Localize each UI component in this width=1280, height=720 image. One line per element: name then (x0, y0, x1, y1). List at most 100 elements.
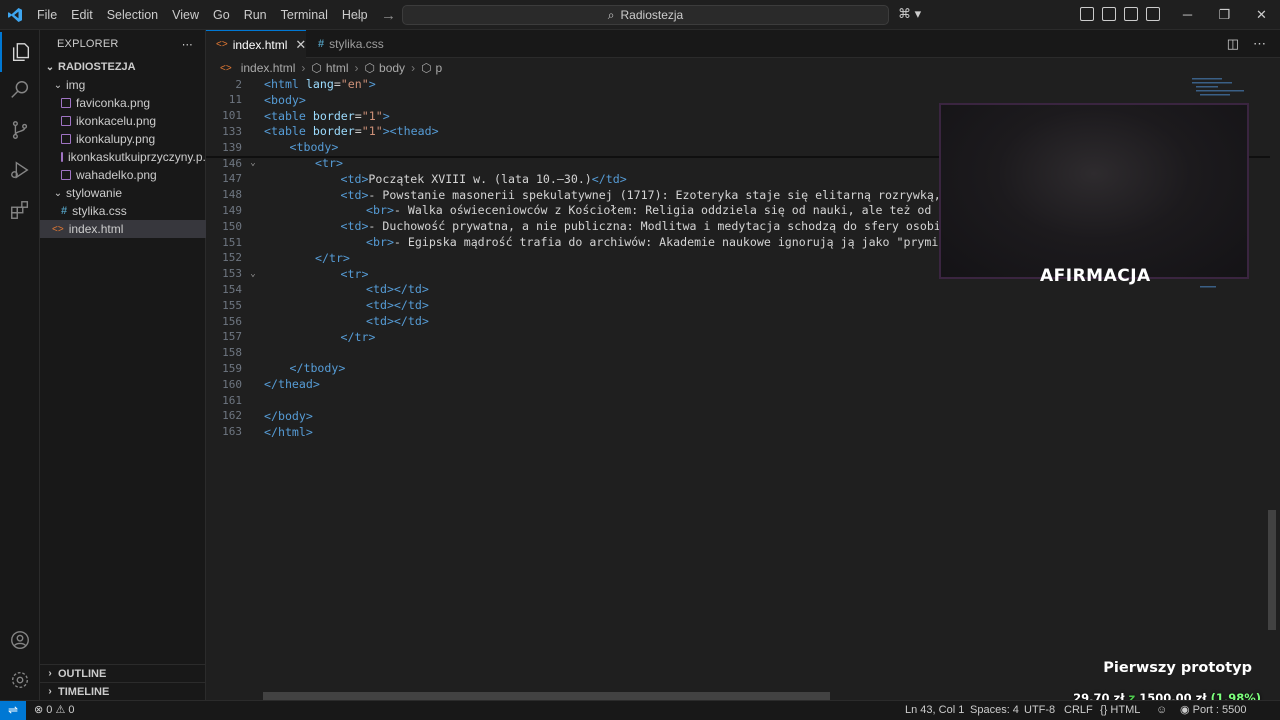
vertical-scrollbar[interactable] (1268, 510, 1276, 630)
extensions-icon[interactable] (0, 190, 40, 230)
code-line[interactable]: 161 (206, 392, 1270, 408)
breadcrumb-item[interactable]: index.html (241, 61, 296, 75)
line-number: 163 (222, 425, 242, 439)
tree-file[interactable]: wahadelko.png (40, 166, 206, 184)
encoding[interactable]: UTF-8 (1024, 701, 1055, 720)
line-ending[interactable]: CRLF (1064, 701, 1093, 720)
manage-gear-icon[interactable] (0, 660, 40, 700)
explorer-icon[interactable] (0, 32, 40, 72)
code-text: <td>Początek XVIII w. (lata 10.–30.)</td… (340, 171, 627, 186)
tree-file[interactable]: faviconka.png (40, 94, 206, 112)
code-line[interactable]: 155 <td></td> (206, 297, 1270, 313)
accounts-icon[interactable] (0, 620, 40, 660)
menu-terminal[interactable]: Terminal (274, 0, 335, 30)
code-text: <body> (264, 92, 306, 107)
code-line[interactable]: 159 </tbody> (206, 360, 1270, 376)
tree-root-folder[interactable]: ⌄ RADIOSTEZJA (40, 58, 206, 76)
tab-index-html[interactable]: <> index.html ✕ (206, 30, 306, 58)
back-arrow-icon[interactable]: ← (352, 7, 367, 24)
html-file-icon: <> (52, 223, 64, 235)
menu-selection[interactable]: Selection (100, 0, 165, 30)
status-bar: ⇌ ⊗ 0 ⚠ 0 Ln 43, Col 1 Spaces: 4 UTF-8 C… (0, 700, 1280, 720)
toggle-sidebar-icon[interactable] (1102, 7, 1116, 21)
layout-customize-icon[interactable] (1080, 7, 1094, 21)
restore-icon[interactable]: ❐ (1206, 0, 1243, 30)
breadcrumb-item[interactable]: body (379, 61, 405, 75)
tree-file[interactable]: ikonkalupy.png (40, 130, 206, 148)
run-debug-icon[interactable] (0, 150, 40, 190)
tree-folder-stylowanie[interactable]: ⌄ stylowanie (40, 184, 206, 202)
outline-section[interactable]: › OUTLINE (40, 664, 206, 682)
menu-go[interactable]: Go (206, 0, 237, 30)
code-text: </tbody> (289, 361, 346, 376)
timeline-label: TIMELINE (58, 685, 110, 698)
code-line[interactable]: 162 </body> (206, 408, 1270, 424)
toggle-secondary-sidebar-icon[interactable] (1146, 7, 1160, 21)
menu-file[interactable]: File (30, 0, 64, 30)
split-editor-icon[interactable]: ◫ (1227, 36, 1239, 52)
copilot-status-icon[interactable]: ☺ (1156, 701, 1167, 720)
remote-icon[interactable]: ⇌ (0, 701, 26, 720)
search-activity-icon[interactable] (0, 70, 40, 110)
forward-arrow-icon[interactable]: → (381, 7, 396, 24)
menu-view[interactable]: View (165, 0, 206, 30)
tab-stylika-css[interactable]: # stylika.css (308, 30, 408, 58)
line-number: 158 (222, 346, 242, 360)
breadcrumb-item[interactable]: p (436, 61, 443, 75)
toggle-panel-icon[interactable] (1124, 7, 1138, 21)
code-text: </thead> (264, 377, 320, 392)
tree-file-selected[interactable]: <> index.html (40, 220, 206, 238)
chevron-down-icon: ⌄ (45, 61, 55, 73)
tree-folder-img[interactable]: ⌄ img (40, 76, 206, 94)
horizontal-scrollbar[interactable] (263, 692, 830, 700)
timeline-section[interactable]: › TIMELINE (40, 682, 206, 700)
line-number: 146 (222, 156, 242, 170)
broadcast-icon: ◉ (1180, 704, 1190, 716)
close-icon[interactable]: ✕ (295, 37, 306, 53)
indentation[interactable]: Spaces: 4 (970, 701, 1019, 720)
warning-count: 0 (68, 704, 75, 716)
source-control-icon[interactable] (0, 110, 40, 150)
breadcrumb-item[interactable]: html (326, 61, 349, 75)
minimize-icon[interactable]: ─ (1169, 0, 1206, 30)
tree-file[interactable]: ikonkacelu.png (40, 112, 206, 130)
more-actions-icon[interactable]: ⋯ (1253, 36, 1266, 52)
editor-actions: ◫ ⋯ (1227, 36, 1266, 52)
line-number: 147 (222, 172, 242, 186)
chevron-right-icon: › (301, 61, 306, 75)
menu-run[interactable]: Run (237, 0, 274, 30)
line-number: 155 (222, 298, 242, 312)
line-number: 153 (222, 267, 242, 281)
problems-indicator[interactable]: ⊗ 0 ⚠ 0 (34, 701, 75, 720)
code-line[interactable]: 2 <html lang="en"> (206, 76, 1270, 92)
image-file-icon (61, 170, 71, 180)
code-line[interactable]: 160 </thead> (206, 376, 1270, 392)
html-file-icon: <> (216, 39, 228, 50)
command-center-search[interactable]: ⌕ Radiostezja (402, 5, 889, 25)
tree-file[interactable]: # stylika.css (40, 202, 206, 220)
code-line[interactable]: 163 </html> (206, 424, 1270, 440)
menu-edit[interactable]: Edit (64, 0, 100, 30)
fold-chevron-icon[interactable]: ⌄ (242, 269, 264, 279)
code-line[interactable]: 157 </tr> (206, 329, 1270, 345)
search-text: Radiostezja (620, 8, 684, 22)
tree-file[interactable]: ikonkaskutkuiprzyczyny.p... (40, 148, 206, 166)
live-server[interactable]: ◉ Port : 5500 (1180, 701, 1247, 720)
cursor-position[interactable]: Ln 43, Col 1 (905, 701, 964, 720)
error-count: 0 (46, 704, 53, 716)
tab-label: index.html (232, 37, 288, 52)
line-number: 161 (222, 393, 242, 407)
warning-icon: ⚠ (55, 704, 66, 716)
code-line[interactable]: 156 <td></td> (206, 313, 1270, 329)
more-actions-icon[interactable]: ⋯ (182, 38, 193, 51)
close-window-icon[interactable]: ✕ (1243, 0, 1280, 30)
file-label: ikonkalupy.png (76, 132, 156, 146)
file-label: ikonkacelu.png (76, 114, 157, 128)
language-mode[interactable]: {} HTML (1100, 701, 1140, 720)
code-text: </tr> (315, 250, 350, 265)
code-line[interactable]: 158 (206, 345, 1270, 361)
webcam-overlay (939, 103, 1249, 279)
copilot-icon[interactable]: ⌘ ▾ (898, 6, 921, 22)
fold-chevron-icon[interactable]: ⌄ (242, 158, 264, 168)
line-number: 148 (222, 188, 242, 202)
